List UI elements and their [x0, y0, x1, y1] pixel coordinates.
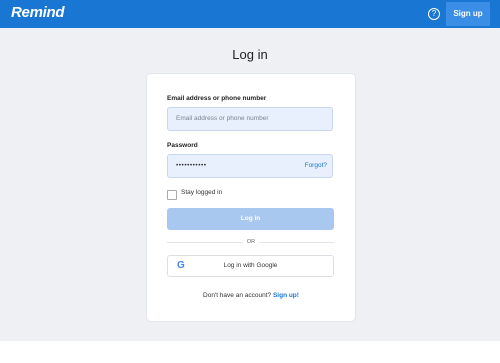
or-divider-text: OR: [243, 239, 259, 245]
sign-up-button[interactable]: Sign up: [446, 2, 490, 26]
footer-strip: [0, 341, 500, 363]
stay-logged-in-checkbox[interactable]: [167, 190, 177, 200]
page-title: Log in: [232, 47, 268, 62]
signup-prompt-text: Don't have an account?: [203, 292, 272, 299]
email-field[interactable]: Email address or phone number: [167, 107, 333, 131]
forgot-password-link[interactable]: Forgot?: [305, 155, 327, 177]
password-value: •••••••••••: [176, 162, 207, 169]
help-icon[interactable]: ?: [428, 8, 440, 20]
google-login-label: Log in with Google: [223, 262, 278, 269]
login-card: Email address or phone number Email addr…: [147, 74, 355, 321]
email-placeholder: Email address or phone number: [176, 115, 269, 122]
log-in-button[interactable]: Log in: [167, 208, 334, 230]
signup-link[interactable]: Sign up!: [273, 292, 299, 299]
password-field[interactable]: ••••••••••• Forgot?: [167, 154, 333, 178]
top-bar: Remind ? Sign up: [0, 0, 500, 28]
remind-logo[interactable]: Remind: [11, 4, 65, 21]
stay-logged-in-label[interactable]: Stay logged in: [181, 189, 222, 196]
signup-prompt: Don't have an account? Sign up!: [147, 292, 355, 299]
email-label: Email address or phone number: [167, 95, 267, 102]
google-login-button[interactable]: G Log in with Google: [167, 255, 334, 277]
password-label: Password: [167, 142, 198, 149]
